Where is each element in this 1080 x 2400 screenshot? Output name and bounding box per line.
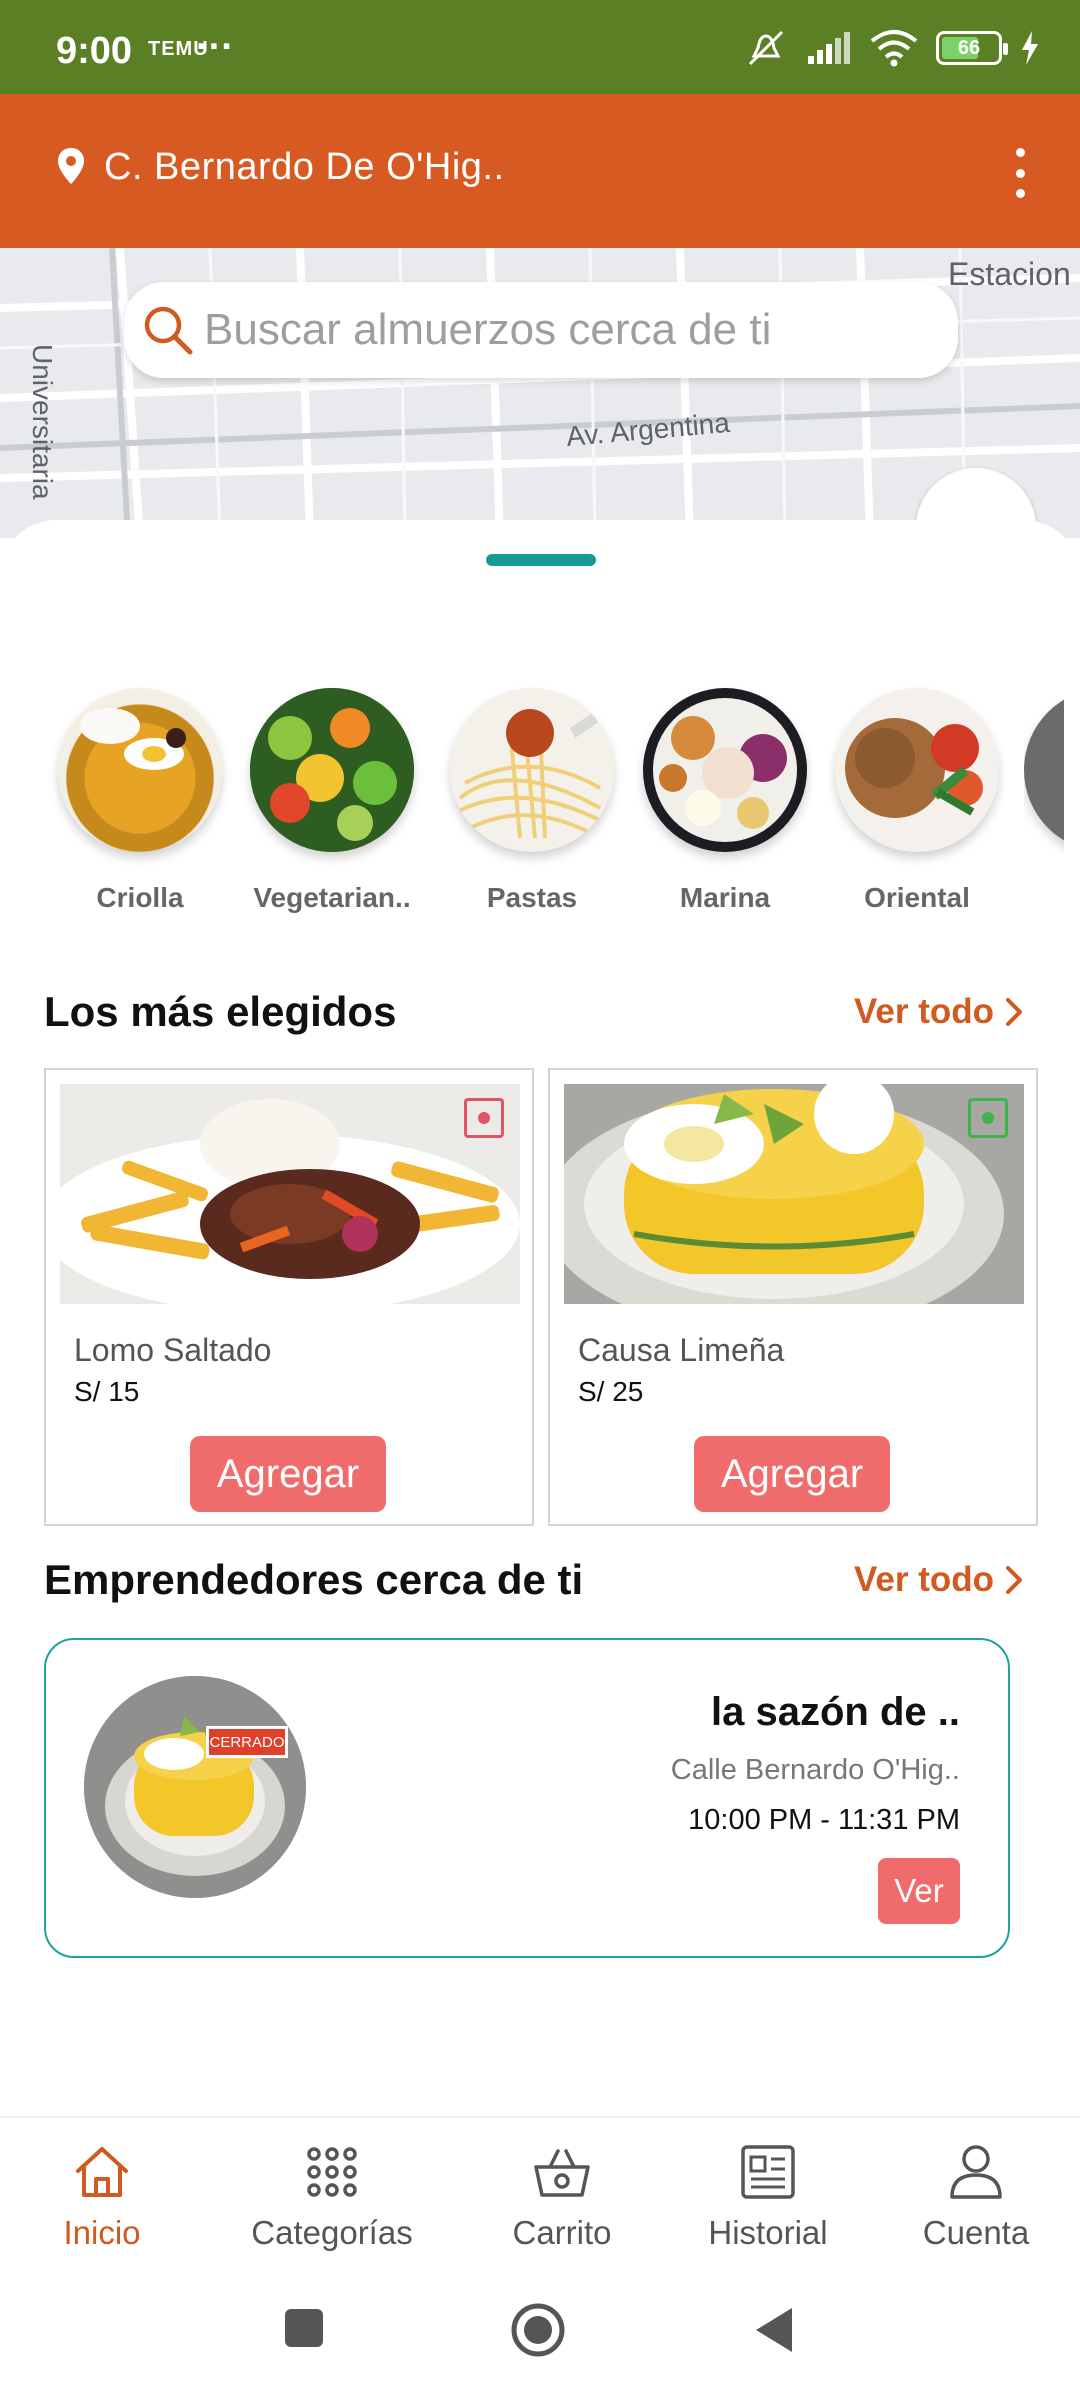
- category-oriental[interactable]: Oriental: [832, 688, 1002, 914]
- system-navigation-bar: [0, 2276, 1080, 2400]
- bottom-navigation: Inicio Categorías Carrito Historial Cuen…: [0, 2116, 1080, 2276]
- recents-icon[interactable]: [282, 2306, 326, 2350]
- category-label: Marina: [679, 882, 771, 913]
- category-marina[interactable]: Marina: [640, 688, 810, 914]
- newspaper-icon: [741, 2145, 795, 2199]
- view-vendor-button[interactable]: Ver: [878, 1858, 960, 1924]
- search-bar[interactable]: [124, 282, 958, 378]
- chevron-right-icon: [1006, 1566, 1022, 1594]
- nav-label: Carrito: [512, 2214, 612, 2251]
- product-price: S/ 25: [578, 1376, 644, 1407]
- person-icon: [950, 2145, 1002, 2199]
- nav-label: Categorías: [251, 2214, 413, 2251]
- charging-icon: [1022, 31, 1038, 65]
- nav-item-inicio[interactable]: Inicio: [2, 2140, 202, 2252]
- more-vert-icon[interactable]: [1010, 148, 1030, 198]
- search-input[interactable]: [204, 298, 944, 362]
- nav-item-carrito[interactable]: Carrito: [462, 2140, 662, 2252]
- vendor-card[interactable]: CERRADO la sazón de .. Calle Bernardo O'…: [44, 1638, 1010, 1958]
- product-card-lomo-saltado[interactable]: Lomo Saltado S/ 15 Agregar: [44, 1068, 534, 1526]
- home-icon: [76, 2147, 128, 2197]
- product-name: Lomo Saltado: [74, 1332, 272, 1368]
- search-icon: [144, 306, 193, 355]
- home-button-icon[interactable]: [510, 2302, 566, 2358]
- status-time: 9:00: [56, 30, 133, 72]
- vendor-hours: 10:00 PM - 11:31 PM: [688, 1804, 960, 1836]
- wifi-icon: [870, 30, 918, 67]
- status-icons: 66: [744, 28, 1040, 68]
- vendor-name: la sazón de ..: [711, 1690, 960, 1734]
- status-bar: 9:00 TEMU ··· 66: [0, 0, 1080, 94]
- vendors-section-title: Emprendedores cerca de ti: [44, 1556, 584, 1603]
- popular-section-title: Los más elegidos: [44, 988, 397, 1035]
- popular-see-all-link[interactable]: Ver todo: [854, 992, 1024, 1032]
- category-image: [1024, 688, 1064, 852]
- nav-item-cuenta[interactable]: Cuenta: [876, 2140, 1076, 2252]
- see-all-label: Ver todo: [853, 992, 994, 1031]
- category-label: Pastas: [486, 882, 578, 913]
- nav-label: Inicio: [63, 2214, 141, 2251]
- product-image: [60, 1084, 520, 1304]
- battery-level: 66: [957, 36, 981, 59]
- category-label: Criolla: [96, 882, 184, 913]
- food-type-marker: [464, 1098, 504, 1138]
- category-next-partial[interactable]: [1024, 688, 1064, 852]
- category-criolla[interactable]: Criolla: [55, 688, 225, 914]
- mute-icon: [748, 30, 784, 66]
- vendor-image: [84, 1676, 306, 1898]
- delivery-address[interactable]: C. Bernardo De O'Hig..: [104, 146, 505, 189]
- signal-icon: [808, 32, 850, 64]
- chevron-right-icon: [1006, 998, 1022, 1026]
- category-pastas[interactable]: Pastas: [447, 688, 617, 914]
- category-image: [450, 688, 614, 852]
- closed-badge: CERRADO: [206, 1726, 288, 1758]
- see-all-label: Ver todo: [853, 1560, 994, 1599]
- vendor-address: Calle Bernardo O'Hig..: [670, 1754, 960, 1786]
- product-price: S/ 15: [74, 1376, 140, 1407]
- product-card-causa-limena[interactable]: Causa Limeña S/ 25 Agregar: [548, 1068, 1038, 1526]
- bottom-sheet: Criolla Vegetarian.. Pastas Marina Orien…: [0, 520, 1080, 2116]
- add-to-cart-button[interactable]: Agregar: [694, 1436, 890, 1512]
- app-header: C. Bernardo De O'Hig..: [0, 94, 1080, 248]
- category-vegetariana[interactable]: Vegetarian..: [247, 688, 417, 914]
- category-image: [58, 688, 222, 852]
- product-name: Causa Limeña: [578, 1332, 785, 1368]
- category-image: [643, 688, 807, 852]
- more-notifications-icon: ···: [196, 26, 234, 68]
- sheet-drag-handle[interactable]: [486, 554, 596, 566]
- add-to-cart-button[interactable]: Agregar: [190, 1436, 386, 1512]
- battery-icon: 66: [936, 31, 1008, 65]
- category-label: Oriental: [864, 882, 970, 913]
- category-image: [835, 688, 999, 852]
- food-type-marker: [968, 1098, 1008, 1138]
- street-label-universitaria: Universitaria: [27, 344, 58, 500]
- product-image: [564, 1084, 1024, 1304]
- basket-icon: [534, 2149, 590, 2197]
- nav-item-categorias[interactable]: Categorías: [232, 2140, 432, 2252]
- back-icon[interactable]: [752, 2306, 796, 2354]
- nav-item-historial[interactable]: Historial: [668, 2140, 868, 2252]
- vendors-see-all-link[interactable]: Ver todo: [854, 1560, 1024, 1600]
- category-label: Vegetarian..: [253, 882, 411, 913]
- nav-label: Cuenta: [922, 2214, 1030, 2251]
- nav-label: Historial: [708, 2214, 828, 2251]
- grid-dots-icon: [307, 2147, 357, 2197]
- location-pin-icon[interactable]: [56, 146, 86, 186]
- category-image: [250, 688, 414, 852]
- street-label-estacion: Estacion: [948, 256, 1071, 292]
